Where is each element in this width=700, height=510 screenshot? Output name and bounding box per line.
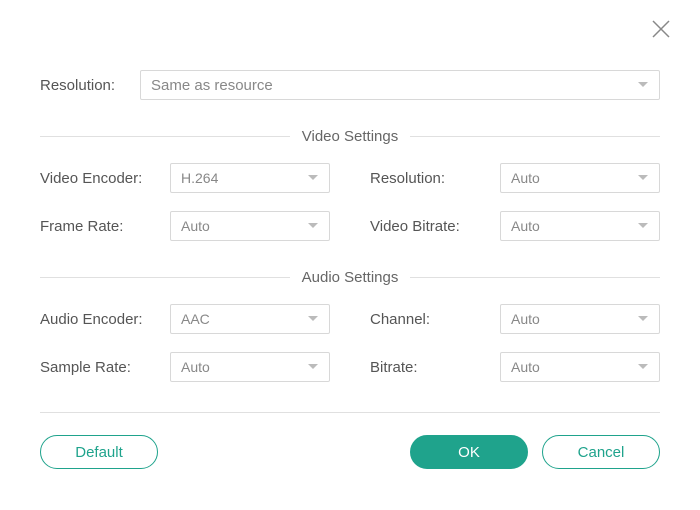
video-bitrate-label: Video Bitrate: [370,218,500,235]
channel-value: Auto [511,311,540,327]
divider [410,136,660,137]
channel-label: Channel: [370,311,500,328]
chevron-down-icon [637,315,649,323]
chevron-down-icon [307,315,319,323]
cancel-button-label: Cancel [578,444,625,461]
video-encoder-label: Video Encoder: [40,170,170,187]
audio-bitrate-value: Auto [511,359,540,375]
close-button[interactable] [650,18,672,40]
audio-settings-header: Audio Settings [40,269,660,286]
resolution-top-select[interactable]: Same as resource [140,70,660,100]
ok-button-label: OK [458,444,480,461]
ok-button[interactable]: OK [410,435,528,469]
chevron-down-icon [637,222,649,230]
video-bitrate-value: Auto [511,218,540,234]
video-settings-header: Video Settings [40,128,660,145]
default-button[interactable]: Default [40,435,158,469]
frame-rate-label: Frame Rate: [40,218,170,235]
frame-rate-value: Auto [181,218,210,234]
audio-encoder-value: AAC [181,311,210,327]
sample-rate-select[interactable]: Auto [170,352,330,382]
resolution-top-value: Same as resource [151,77,273,94]
frame-rate-select[interactable]: Auto [170,211,330,241]
sample-rate-label: Sample Rate: [40,359,170,376]
sample-rate-value: Auto [181,359,210,375]
chevron-down-icon [307,174,319,182]
video-resolution-label: Resolution: [370,170,500,187]
channel-select[interactable]: Auto [500,304,660,334]
cancel-button[interactable]: Cancel [542,435,660,469]
default-button-label: Default [75,444,123,461]
audio-bitrate-select[interactable]: Auto [500,352,660,382]
chevron-down-icon [307,222,319,230]
audio-settings-title: Audio Settings [290,269,411,286]
video-resolution-value: Auto [511,170,540,186]
close-icon [650,18,672,40]
chevron-down-icon [307,363,319,371]
video-encoder-value: H.264 [181,170,218,186]
divider [40,412,660,413]
audio-bitrate-label: Bitrate: [370,359,500,376]
audio-encoder-label: Audio Encoder: [40,311,170,328]
audio-encoder-select[interactable]: AAC [170,304,330,334]
divider [40,277,290,278]
video-bitrate-select[interactable]: Auto [500,211,660,241]
divider [40,136,290,137]
divider [410,277,660,278]
video-settings-title: Video Settings [290,128,410,145]
resolution-top-label: Resolution: [40,77,140,94]
video-encoder-select[interactable]: H.264 [170,163,330,193]
chevron-down-icon [637,81,649,89]
video-resolution-select[interactable]: Auto [500,163,660,193]
chevron-down-icon [637,174,649,182]
chevron-down-icon [637,363,649,371]
